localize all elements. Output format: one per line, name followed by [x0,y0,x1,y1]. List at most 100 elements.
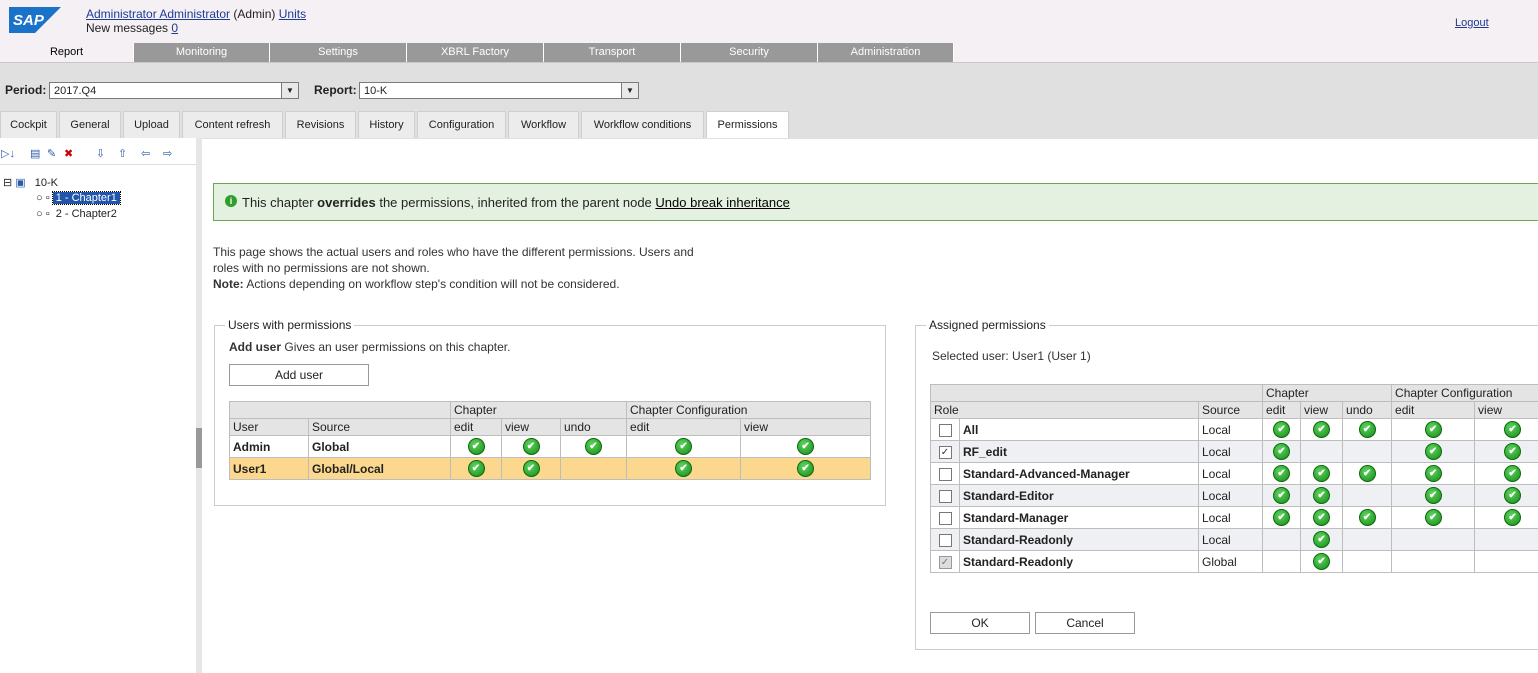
ok-button[interactable]: OK [930,612,1030,634]
move-up-icon[interactable]: ⇧ [118,147,127,160]
permission-cell: ✔ [1474,484,1538,507]
note-label: Note: [213,277,244,291]
check-icon: ✔ [1504,421,1522,438]
check-icon: ✔ [1273,465,1291,482]
chevron-down-icon[interactable]: ▼ [281,83,298,98]
permission-cell: ✔ [1300,418,1344,441]
main-tab-monitoring[interactable]: Monitoring [134,43,270,62]
permission-cell: ✔ [1474,462,1538,485]
radio-icon[interactable]: ○ [36,192,43,204]
main-tab-administration[interactable]: Administration [818,43,954,62]
check-icon: ✔ [522,460,540,477]
info-icon: i [225,195,237,207]
table-row[interactable]: Standard-Editor Local ✔ ✔ ✔ ✔ [930,484,1538,507]
tree-node-chapter2[interactable]: ○ ▫ 2 - Chapter2 [36,208,120,220]
permission-cell [1300,440,1344,463]
role-checkbox[interactable] [938,467,952,481]
move-right-icon[interactable]: ⇨ [163,147,172,160]
tab-upload[interactable]: Upload [123,111,180,138]
expand-all-icon[interactable]: ▷↓ [1,147,15,160]
tab-content-refresh[interactable]: Content refresh [182,111,283,138]
role-cell: Standard-Readonly [959,528,1199,551]
main-tab-security[interactable]: Security [681,43,818,62]
check-icon: ✔ [1273,443,1291,460]
collapse-icon[interactable]: ⊟ [3,177,12,189]
permission-cell: ✔ [1262,440,1302,463]
table-row[interactable]: All Local ✔ ✔ ✔ ✔ ✔ [930,418,1538,441]
table-row[interactable]: ✓ Standard-Readonly Global ✔ [930,550,1538,573]
tab-general[interactable]: General [59,111,121,138]
delete-chapter-icon[interactable]: ✖ [64,147,73,160]
col-header-config-edit: edit [1391,401,1476,419]
cancel-button[interactable]: Cancel [1035,612,1135,634]
edit-chapter-icon[interactable]: ✎ [47,147,56,160]
check-icon: ✔ [1358,465,1376,482]
checkbox-cell: ✓ [930,550,960,573]
checkbox-cell [930,506,960,529]
tab-configuration[interactable]: Configuration [417,111,506,138]
tree-node-root[interactable]: ⊟ ▣ 10-K [3,176,58,189]
undo-break-inheritance-link[interactable]: Undo break inheritance [655,195,789,210]
source-cell: Global [1197,550,1264,573]
tab-workflow-conditions[interactable]: Workflow conditions [581,111,704,138]
inheritance-info-bar: i This chapter overrides the permissions… [213,183,1538,221]
check-icon: ✔ [1313,465,1331,482]
table-row[interactable]: ✓ RF_edit Local ✔ ✔ ✔ [930,440,1538,463]
table-row[interactable]: User1 Global/Local ✔ ✔ ✔ ✔ [229,457,872,480]
main-tab-transport[interactable]: Transport [544,43,681,62]
checkbox-cell [930,418,960,441]
tab-permissions[interactable]: Permissions [706,111,789,138]
col-header-role[interactable]: Role [930,401,1199,419]
check-icon: ✔ [1313,509,1331,526]
tab-history[interactable]: History [358,111,415,138]
role-checkbox[interactable] [938,489,952,503]
main-tab-settings[interactable]: Settings [270,43,407,62]
col-header-user[interactable]: User [229,418,309,436]
new-chapter-icon[interactable]: ▤ [30,147,40,160]
permission-cell [1391,528,1476,551]
main-tab-xbrl-factory[interactable]: XBRL Factory [407,43,544,62]
role-checkbox[interactable] [938,511,952,525]
radio-icon[interactable]: ○ [36,208,43,220]
permission-cell: ✔ [1391,440,1476,463]
col-header-source[interactable]: Source [308,418,451,436]
permission-cell: ✔ [1391,506,1476,529]
splitter-grip[interactable] [196,428,202,468]
table-row[interactable]: Standard-Manager Local ✔ ✔ ✔ ✔ ✔ [930,506,1538,529]
sap-logo: SAP [9,7,61,33]
user-name-link[interactable]: Administrator Administrator [86,7,230,21]
panel-splitter[interactable] [196,138,202,673]
table-row[interactable]: Standard-Readonly Local ✔ [930,528,1538,551]
tab-revisions[interactable]: Revisions [285,111,356,138]
role-checkbox[interactable]: ✓ [938,445,952,459]
permission-cell: ✔ [559,435,628,458]
move-down-icon[interactable]: ⇩ [96,147,105,160]
tree-node-chapter1[interactable]: ○ ▫ 1 - Chapter1 [36,191,121,205]
selected-user-label: Selected user: User1 (User 1) [932,349,1091,363]
table-row[interactable]: Standard-Advanced-Manager Local ✔ ✔ ✔ ✔ ✔ [930,462,1538,485]
add-user-button[interactable]: Add user [229,364,369,386]
report-select[interactable]: 10-K ▼ [359,82,639,99]
check-icon: ✔ [1358,509,1376,526]
tab-cockpit[interactable]: Cockpit [0,111,57,138]
role-checkbox: ✓ [938,555,952,569]
report-label: Report: [314,83,357,97]
table-row[interactable]: Admin Global ✔ ✔ ✔ ✔ ✔ [229,435,872,458]
period-label: Period: [5,83,47,97]
period-select[interactable]: 2017.Q4 ▼ [49,82,299,99]
tab-workflow[interactable]: Workflow [508,111,579,138]
permission-cell [1262,550,1302,573]
col-header-config-view: view [1474,401,1538,419]
chevron-down-icon[interactable]: ▼ [621,83,638,98]
check-icon: ✔ [1313,421,1331,438]
move-left-icon[interactable]: ⇦ [141,147,150,160]
role-checkbox[interactable] [938,533,952,547]
check-icon: ✔ [1313,487,1331,504]
new-messages-count-link[interactable]: 0 [171,21,178,35]
table-header-blank [929,384,1264,402]
logout-link[interactable]: Logout [1455,17,1489,29]
role-checkbox[interactable] [938,423,952,437]
units-link[interactable]: Units [279,7,306,21]
col-header-source[interactable]: Source [1197,401,1264,419]
main-tab-report[interactable]: Report [0,43,134,62]
